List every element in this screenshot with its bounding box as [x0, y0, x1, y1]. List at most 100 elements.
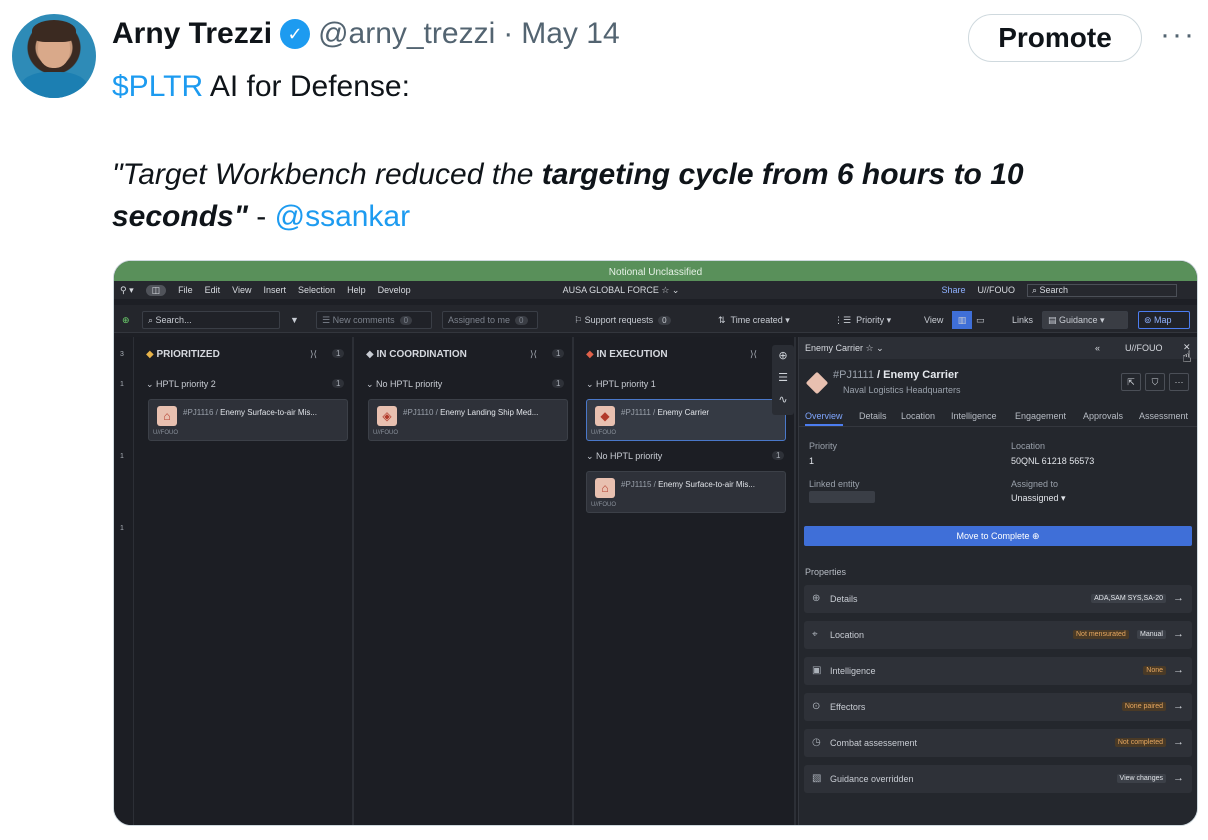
- property-icon: ▣: [812, 665, 822, 676]
- property-label: Effectors: [830, 702, 866, 712]
- author-name[interactable]: Arny Trezzi: [112, 17, 272, 51]
- tweet-media-image[interactable]: Notional Unclassified ⚲ ▾ ◫ File Edit Vi…: [113, 260, 1198, 826]
- group-header[interactable]: ⌄ No HPTL priority: [586, 451, 662, 462]
- property-row-location[interactable]: ⌖ Location Manual Not mensurated →: [804, 621, 1192, 649]
- panel-header-title[interactable]: Enemy Carrier ☆ ⌄: [805, 343, 884, 354]
- property-row-combat-assessement[interactable]: ◷ Combat assessement Not completed →: [804, 729, 1192, 757]
- property-label: Combat assessement: [830, 738, 918, 748]
- board-search-input[interactable]: ⌕ Search...: [142, 311, 280, 329]
- collapse-column-icon[interactable]: ⟩⟨: [530, 349, 537, 360]
- carrier-icon: [805, 371, 829, 395]
- property-tag: None: [1143, 666, 1166, 675]
- column-title: ◆ IN COORDINATION: [366, 349, 467, 360]
- classification-label[interactable]: U//FOUO: [977, 285, 1015, 295]
- open-external-icon[interactable]: ⇱: [1121, 373, 1141, 391]
- new-comments-count: 0: [399, 315, 413, 325]
- collapsed-column-strip[interactable]: 3 1 1 1: [114, 337, 134, 825]
- priority-group[interactable]: ⋮☰ Priority ▾: [834, 311, 891, 329]
- promote-button[interactable]: Promote: [968, 14, 1142, 62]
- property-tag: Not mensurated: [1073, 630, 1129, 639]
- tab-intelligence[interactable]: Intelligence: [951, 411, 997, 421]
- cashtag-link[interactable]: $PLTR: [112, 70, 203, 103]
- arrow-right-icon[interactable]: →: [1173, 736, 1184, 748]
- panel-view-icon[interactable]: ▭: [976, 311, 985, 329]
- tab-details[interactable]: Details: [859, 411, 887, 421]
- target-card[interactable]: ⌂ #PJ1116 / Enemy Surface-to-air Mis... …: [148, 399, 348, 441]
- priority-label: Priority: [809, 441, 838, 451]
- panel-actions: ⇱ ⛉ ···: [1121, 373, 1189, 391]
- group-header[interactable]: ⌄ HPTL priority 2: [146, 379, 216, 390]
- more-options-icon[interactable]: ···: [1160, 18, 1196, 52]
- share-link[interactable]: Share: [941, 285, 965, 295]
- panel-tabs: Overview Details Location Intelligence E…: [799, 407, 1197, 427]
- arrow-right-icon[interactable]: →: [1173, 628, 1184, 640]
- target-card-selected[interactable]: ◆ #PJ1111 / Enemy Carrier U//FOUO: [586, 399, 786, 441]
- tab-location[interactable]: Location: [901, 411, 935, 421]
- card-title: #PJ1115 / Enemy Surface-to-air Mis...: [621, 480, 755, 489]
- property-row-guidance-overridden[interactable]: ▧ Guidance overridden View changes →: [804, 765, 1192, 793]
- kanban-board: 3 1 1 1 ◆ PRIORITIZED ⟩⟨ 1 ⌄ HPTL priori…: [114, 337, 796, 825]
- property-icon: ⊙: [812, 701, 821, 712]
- assigned-filter[interactable]: Assigned to me 0: [442, 311, 538, 329]
- assigned-dropdown[interactable]: Unassigned ▾: [1011, 493, 1066, 504]
- map-label: Map: [1154, 315, 1172, 325]
- map-button[interactable]: ⊚ Map: [1138, 311, 1190, 329]
- collapsed-count: 1: [120, 525, 124, 532]
- mention-link[interactable]: @ssankar: [275, 200, 411, 233]
- arrow-right-icon[interactable]: →: [1173, 700, 1184, 712]
- top-search-input[interactable]: ⌕ Search: [1026, 283, 1177, 297]
- menu-develop[interactable]: Develop: [378, 285, 411, 295]
- new-comments-filter[interactable]: ☰ New comments 0: [316, 311, 432, 329]
- support-label: Support requests: [584, 315, 654, 325]
- workspace-title[interactable]: AUSA GLOBAL FORCE ☆ ⌄: [563, 285, 680, 296]
- shield-icon[interactable]: ⛉: [1145, 373, 1165, 391]
- property-row-intelligence[interactable]: ▣ Intelligence None →: [804, 657, 1192, 685]
- group-header[interactable]: ⌄ No HPTL priority: [366, 379, 442, 390]
- arrow-right-icon[interactable]: →: [1173, 592, 1184, 604]
- priority-value: 1: [809, 456, 815, 466]
- column-prioritized: ◆ PRIORITIZED ⟩⟨ 1 ⌄ HPTL priority 2 1 ⌂…: [136, 337, 354, 825]
- tweet-date[interactable]: May 14: [521, 17, 619, 51]
- arrow-right-icon[interactable]: →: [1173, 772, 1184, 784]
- arrow-right-icon[interactable]: →: [1173, 664, 1184, 676]
- target-card[interactable]: ◈ #PJ1110 / Enemy Landing Ship Med... U/…: [368, 399, 568, 441]
- assigned-label: Assigned to me: [448, 315, 511, 325]
- collapse-column-icon[interactable]: ⟩⟨: [750, 349, 757, 360]
- menu-help[interactable]: Help: [347, 285, 366, 295]
- app-tab-icon[interactable]: ◫: [145, 284, 167, 296]
- add-icon[interactable]: ⊕: [122, 311, 130, 329]
- menu-insert[interactable]: Insert: [264, 285, 287, 295]
- time-created-sort[interactable]: ⇅ Time created ▾: [718, 311, 790, 329]
- property-row-details[interactable]: ⊕ Details ADA,SAM SYS,SA-20 →: [804, 585, 1192, 613]
- menu-edit[interactable]: Edit: [205, 285, 221, 295]
- tab-overview[interactable]: Overview: [805, 411, 843, 426]
- author-handle[interactable]: @arny_trezzi: [318, 17, 495, 51]
- classification-banner: Notional Unclassified: [114, 261, 1197, 281]
- menu-file[interactable]: File: [178, 285, 193, 295]
- tab-assessment[interactable]: Assessment: [1139, 411, 1188, 421]
- comment-tool-icon[interactable]: ☰: [772, 367, 794, 389]
- quote-text: "Target Workbench reduced the: [112, 158, 542, 191]
- board-view-icon[interactable]: ▥: [952, 311, 972, 329]
- tab-engagement[interactable]: Engagement: [1015, 411, 1066, 421]
- collapse-panel-icon[interactable]: «: [1095, 343, 1100, 353]
- filter-icon[interactable]: ▼: [290, 311, 299, 329]
- target-card[interactable]: ⌂ #PJ1115 / Enemy Surface-to-air Mis... …: [586, 471, 786, 513]
- property-row-effectors[interactable]: ⊙ Effectors None paired →: [804, 693, 1192, 721]
- activity-tool-icon[interactable]: ∿: [772, 389, 794, 411]
- panel-title: #PJ1111 / Enemy Carrier: [833, 369, 959, 381]
- tab-approvals[interactable]: Approvals: [1083, 411, 1123, 421]
- linked-entity-value[interactable]: [809, 491, 875, 503]
- move-to-complete-button[interactable]: Move to Complete ⊕: [804, 526, 1192, 546]
- collapse-column-icon[interactable]: ⟩⟨: [310, 349, 317, 360]
- avatar[interactable]: [12, 14, 96, 98]
- sam-site-icon: ⌂: [595, 478, 615, 498]
- menu-view[interactable]: View: [232, 285, 251, 295]
- app-logo-icon[interactable]: ⚲ ▾: [120, 285, 134, 296]
- support-requests-filter[interactable]: ⚐ Support requests 0: [574, 311, 671, 329]
- more-icon[interactable]: ···: [1169, 373, 1189, 391]
- menu-selection[interactable]: Selection: [298, 285, 335, 295]
- guidance-dropdown[interactable]: ▤ Guidance ▾: [1042, 311, 1128, 329]
- target-tool-icon[interactable]: ⊕: [772, 345, 794, 367]
- group-header[interactable]: ⌄ HPTL priority 1: [586, 379, 656, 390]
